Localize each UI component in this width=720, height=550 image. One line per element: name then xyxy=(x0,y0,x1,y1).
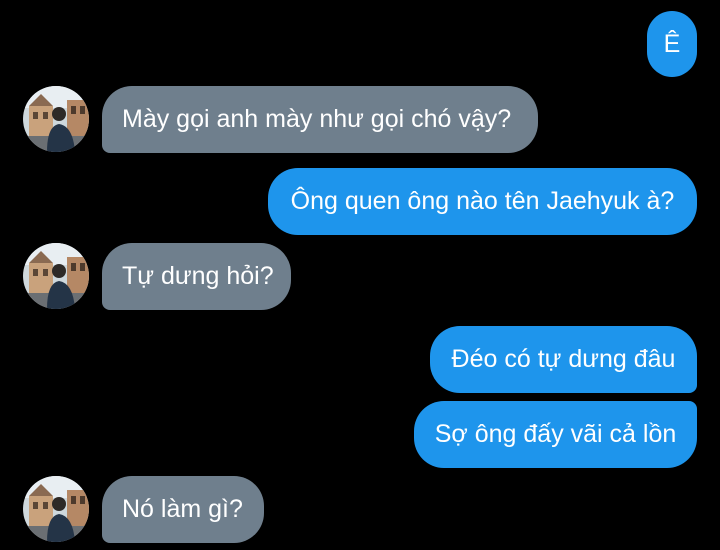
message-text: Sợ ông đấy vãi cả lồn xyxy=(434,420,677,448)
message-text: Đéo có tự dưng đâu xyxy=(451,345,676,373)
message-text: Ông quen ông nào tên Jaehyuk à? xyxy=(290,187,675,215)
received-message-bubble[interactable]: Mày gọi anh mày như gọi chó vậy? xyxy=(102,86,538,153)
contact-avatar[interactable] xyxy=(23,476,89,542)
message-text: Nó làm gì? xyxy=(122,495,243,523)
message-text: Ê xyxy=(663,29,681,58)
contact-avatar-icon xyxy=(23,476,89,542)
contact-avatar[interactable] xyxy=(23,243,89,309)
sent-message-bubble[interactable]: Ê xyxy=(647,11,697,77)
sent-message-bubble[interactable]: Đéo có tự dưng đâu xyxy=(430,326,697,393)
contact-avatar-icon xyxy=(23,86,89,152)
sent-message-bubble[interactable]: Ông quen ông nào tên Jaehyuk à? xyxy=(268,168,697,235)
sent-message-bubble[interactable]: Sợ ông đấy vãi cả lồn xyxy=(414,401,697,468)
contact-avatar-icon xyxy=(23,243,89,309)
message-text: Mày gọi anh mày như gọi chó vậy? xyxy=(122,105,512,133)
received-message-bubble[interactable]: Tự dưng hỏi? xyxy=(102,243,291,310)
received-message-bubble[interactable]: Nó làm gì? xyxy=(102,476,264,543)
message-text: Tự dưng hỏi? xyxy=(122,262,274,290)
contact-avatar[interactable] xyxy=(23,86,89,152)
